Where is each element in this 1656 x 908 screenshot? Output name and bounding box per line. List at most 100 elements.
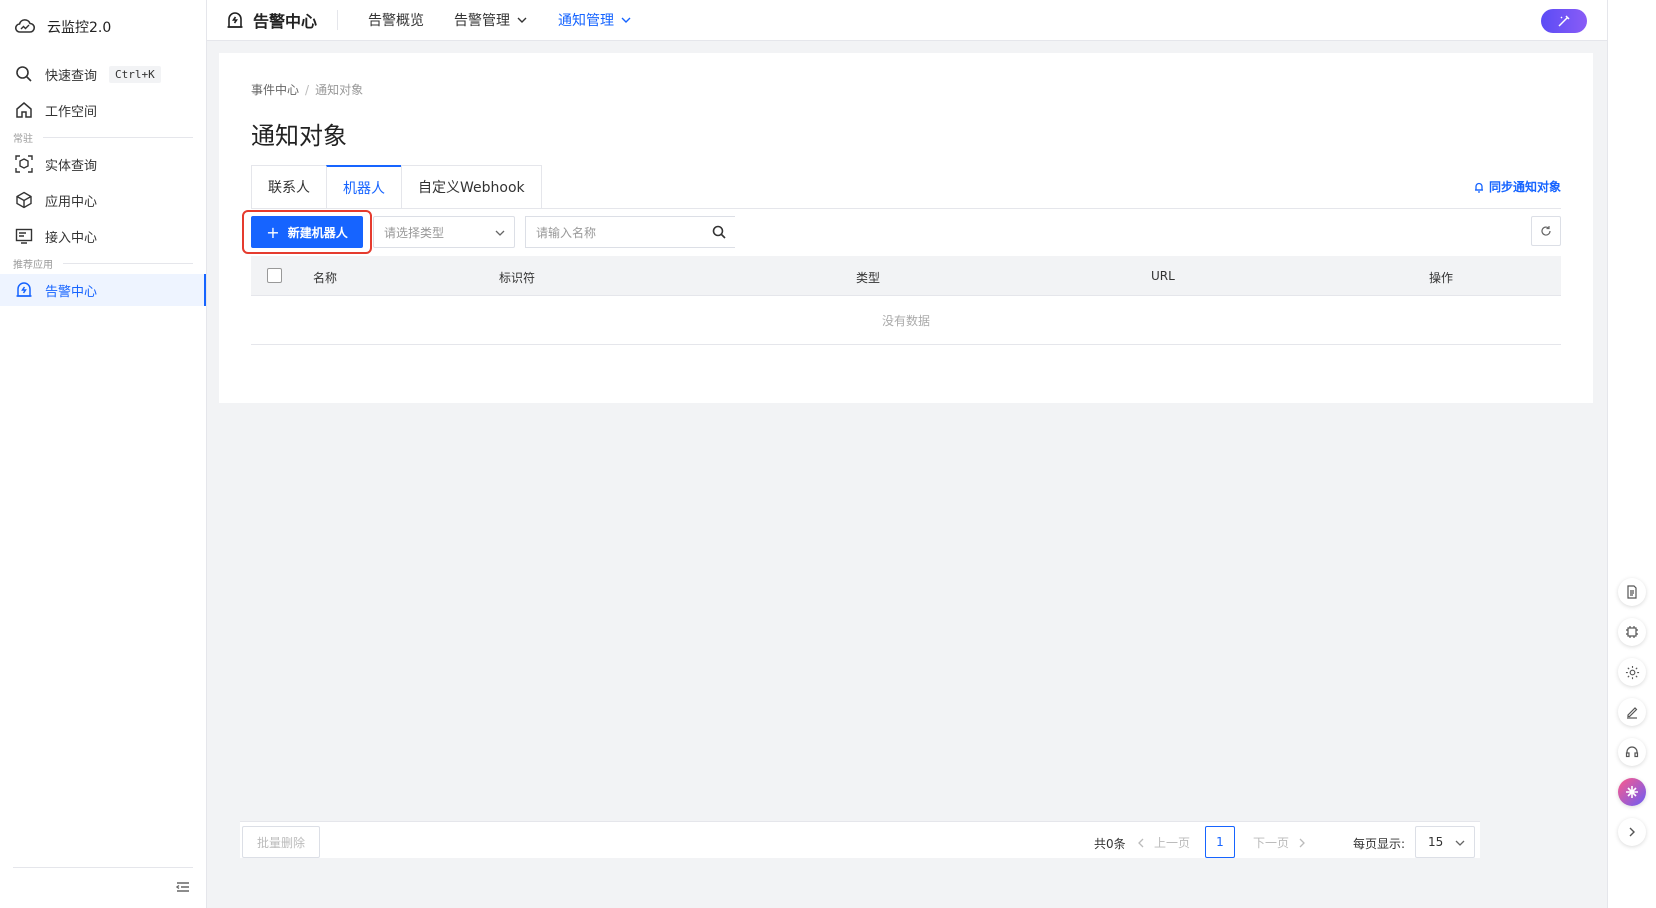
support-button[interactable] (1618, 738, 1646, 766)
ai-button[interactable] (1618, 778, 1646, 806)
chip-button[interactable] (1618, 618, 1646, 646)
next-label: 下一页 (1253, 836, 1290, 850)
cube-scan-icon (13, 153, 35, 175)
sidebar-item-workspace[interactable]: 工作空间 (0, 92, 206, 128)
select-all-checkbox[interactable] (267, 268, 282, 283)
collapse-menu-icon[interactable] (174, 878, 192, 896)
breadcrumb: 事件中心 / 通知对象 (251, 83, 364, 97)
col-name: 名称 (313, 271, 338, 285)
col-url: URL (1151, 269, 1175, 283)
nav-alert-management[interactable]: 告警管理 (454, 10, 528, 30)
empty-state: 没有数据 (251, 296, 1561, 345)
chevron-right-icon (1629, 827, 1635, 837)
cloud-monitor-icon (14, 19, 36, 33)
sidebar-item-label: 接入中心 (45, 230, 98, 246)
brand-name: 云监控2.0 (47, 20, 112, 36)
chevron-down-icon (621, 17, 631, 23)
top-header: 告警中心 告警概览 告警管理 通知管理 (207, 0, 1607, 41)
document-button[interactable] (1618, 578, 1646, 606)
sidebar-item-entity-query[interactable]: 实体查询 (0, 146, 206, 182)
expand-button[interactable] (1618, 818, 1646, 846)
home-icon (13, 99, 35, 121)
quick-search-label: 快速查询 (45, 68, 98, 84)
right-rail (1607, 0, 1656, 908)
tab-robots[interactable]: 机器人 (326, 165, 401, 209)
sidebar-item-label: 工作空间 (45, 104, 98, 120)
nav-notification-management[interactable]: 通知管理 (558, 10, 632, 30)
col-type: 类型 (856, 271, 881, 285)
new-robot-button[interactable]: + 新建机器人 (251, 216, 363, 248)
col-identifier: 标识符 (499, 271, 536, 285)
tab-underline (251, 208, 1561, 209)
page-number-current[interactable]: 1 (1205, 826, 1235, 858)
plus-icon: + (266, 222, 280, 242)
breadcrumb-current: 通知对象 (315, 83, 364, 97)
alert-bell-icon (13, 279, 35, 301)
chip-icon (1626, 626, 1638, 638)
gear-icon (1625, 665, 1639, 679)
header-title-text: 告警中心 (253, 12, 318, 31)
new-robot-label: 新建机器人 (287, 225, 348, 240)
chevron-left-icon (1138, 838, 1144, 847)
sidebar-item-label: 应用中心 (45, 194, 98, 210)
edit-icon (1627, 707, 1638, 719)
total-count: 共0条 (1094, 837, 1126, 851)
chevron-right-icon (1299, 838, 1305, 847)
sidebar-item-alert-center[interactable]: 告警中心 (0, 274, 206, 306)
breadcrumb-event-center[interactable]: 事件中心 (251, 83, 299, 97)
sidebar-divider (13, 867, 193, 868)
sidebar-item-app-center[interactable]: 应用中心 (0, 182, 206, 218)
settings-button[interactable] (1618, 658, 1646, 686)
table-header: 名称 标识符 类型 URL 操作 (251, 256, 1561, 296)
search-button[interactable] (703, 216, 735, 248)
refresh-icon (1541, 226, 1551, 236)
nav-label: 通知管理 (558, 13, 615, 29)
per-page-select[interactable]: 15 (1415, 826, 1475, 858)
access-icon (13, 225, 35, 247)
nav-alert-overview[interactable]: 告警概览 (368, 10, 424, 30)
sync-notification-link[interactable]: 同步通知对象 (1473, 178, 1561, 195)
alert-bell-icon (227, 12, 243, 28)
headset-icon (1625, 746, 1639, 758)
tab-contacts[interactable]: 联系人 (251, 165, 326, 209)
sidebar: 云监控2.0 快速查询 Ctrl+K 工作空间 常驻 实体查询 应用中心 接入中… (0, 0, 207, 908)
sidebar-item-access-center[interactable]: 接入中心 (0, 218, 206, 254)
sidebar-item-label: 告警中心 (45, 284, 98, 300)
sparkle-icon (1626, 786, 1638, 798)
prev-page-button[interactable]: 上一页 (1136, 834, 1190, 851)
per-page-label: 每页显示: (1353, 837, 1406, 851)
chevron-down-icon (517, 17, 527, 23)
header-title[interactable]: 告警中心 (207, 10, 339, 31)
section-label: 常驻 (13, 133, 33, 145)
name-search-input[interactable]: 请输入名称 (525, 216, 703, 248)
tab-label: 机器人 (343, 180, 385, 197)
brand[interactable]: 云监控2.0 (0, 0, 206, 54)
next-page-button[interactable]: 下一页 (1253, 834, 1307, 851)
ai-assistant-button[interactable] (1541, 9, 1587, 33)
tab-custom-webhook[interactable]: 自定义Webhook (401, 165, 542, 209)
nav-label: 告警管理 (454, 13, 511, 29)
section-common: 常驻 (0, 128, 206, 146)
type-select[interactable]: 请选择类型 (373, 216, 515, 248)
page-title: 通知对象 (251, 122, 347, 150)
tab-label: 自定义Webhook (418, 180, 525, 196)
sync-link-label: 同步通知对象 (1488, 180, 1561, 194)
robots-table: 名称 标识符 类型 URL 操作 没有数据 (251, 256, 1561, 345)
search-icon (13, 63, 35, 85)
refresh-button[interactable] (1531, 216, 1561, 246)
sidebar-item-label: 实体查询 (45, 158, 98, 174)
magic-wand-icon (1558, 15, 1570, 27)
tab-label: 联系人 (268, 180, 310, 196)
batch-delete-button[interactable]: 批量删除 (242, 826, 320, 858)
nav-label: 告警概览 (368, 13, 425, 29)
chevron-down-icon (1455, 840, 1465, 846)
tab-bar: 联系人 机器人 自定义Webhook (251, 165, 542, 209)
col-actions: 操作 (1429, 271, 1454, 285)
section-label: 推荐应用 (13, 259, 53, 271)
edit-button[interactable] (1618, 698, 1646, 726)
quick-search[interactable]: 快速查询 Ctrl+K (0, 56, 206, 92)
chevron-down-icon (495, 230, 505, 236)
main-card: 事件中心 / 通知对象 通知对象 联系人 机器人 自定义Webhook 同步通知对象… (219, 53, 1593, 403)
per-page-value: 15 (1428, 835, 1444, 849)
search-placeholder: 请输入名称 (536, 225, 597, 240)
